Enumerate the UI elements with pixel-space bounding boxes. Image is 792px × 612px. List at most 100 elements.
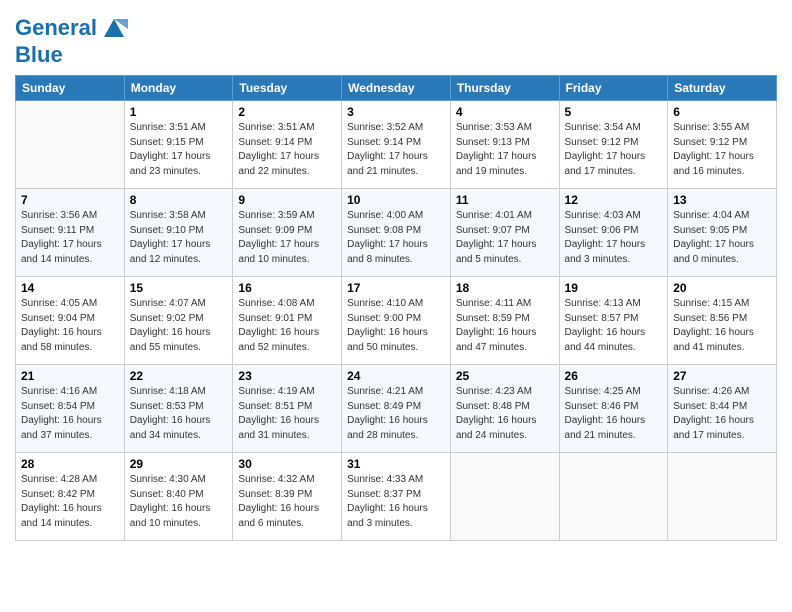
- day-info: Sunrise: 4:07 AMSunset: 9:02 PMDaylight:…: [130, 297, 228, 355]
- weekday-monday: Monday: [124, 76, 233, 101]
- day-info: Sunrise: 3:55 AMSunset: 9:12 PMDaylight:…: [673, 121, 771, 179]
- day-info: Sunrise: 4:10 AMSunset: 9:00 PMDaylight:…: [347, 297, 445, 355]
- day-cell: 16 Sunrise: 4:08 AMSunset: 9:01 PMDayligh…: [233, 277, 342, 365]
- day-info: Sunrise: 4:15 AMSunset: 8:56 PMDaylight:…: [673, 297, 771, 355]
- day-cell: 25 Sunrise: 4:23 AMSunset: 8:48 PMDayligh…: [450, 365, 559, 453]
- day-cell: 6 Sunrise: 3:55 AMSunset: 9:12 PMDaylight…: [668, 101, 777, 189]
- day-cell: 14 Sunrise: 4:05 AMSunset: 9:04 PMDayligh…: [16, 277, 125, 365]
- day-cell: 24 Sunrise: 4:21 AMSunset: 8:49 PMDayligh…: [342, 365, 451, 453]
- week-row-5: 28 Sunrise: 4:28 AMSunset: 8:42 PMDayligh…: [16, 453, 777, 541]
- day-number: 22: [130, 369, 228, 383]
- day-info: Sunrise: 4:00 AMSunset: 9:08 PMDaylight:…: [347, 209, 445, 267]
- day-number: 3: [347, 105, 445, 119]
- day-number: 11: [456, 193, 554, 207]
- day-number: 6: [673, 105, 771, 119]
- day-number: 30: [238, 457, 336, 471]
- day-cell: 31Sunrise: 4:33 AMSunset: 8:37 PMDayligh…: [342, 453, 451, 541]
- day-number: 29: [130, 457, 228, 471]
- day-info: Sunrise: 4:28 AMSunset: 8:42 PMDaylight:…: [21, 473, 119, 531]
- weekday-tuesday: Tuesday: [233, 76, 342, 101]
- day-info: Sunrise: 4:08 AMSunset: 9:01 PMDaylight:…: [238, 297, 336, 355]
- day-cell: 11 Sunrise: 4:01 AMSunset: 9:07 PMDayligh…: [450, 189, 559, 277]
- day-info: Sunrise: 4:01 AMSunset: 9:07 PMDaylight:…: [456, 209, 554, 267]
- day-cell: 7 Sunrise: 3:56 AMSunset: 9:11 PMDaylight…: [16, 189, 125, 277]
- day-number: 15: [130, 281, 228, 295]
- day-info: Sunrise: 4:16 AMSunset: 8:54 PMDaylight:…: [21, 385, 119, 443]
- day-info: Sunrise: 4:11 AMSunset: 8:59 PMDaylight:…: [456, 297, 554, 355]
- day-info: Sunrise: 4:30 AMSunset: 8:40 PMDaylight:…: [130, 473, 228, 531]
- day-cell: 3Sunrise: 3:52 AMSunset: 9:14 PMDaylight…: [342, 101, 451, 189]
- day-number: 7: [21, 193, 119, 207]
- day-cell: 2Sunrise: 3:51 AMSunset: 9:14 PMDaylight…: [233, 101, 342, 189]
- day-number: 13: [673, 193, 771, 207]
- day-number: 24: [347, 369, 445, 383]
- day-info: Sunrise: 4:19 AMSunset: 8:51 PMDaylight:…: [238, 385, 336, 443]
- header: General Blue: [15, 10, 777, 67]
- page: General Blue SundayMondayTuesdayWednesda…: [0, 0, 792, 612]
- calendar-table: SundayMondayTuesdayWednesdayThursdayFrid…: [15, 75, 777, 541]
- weekday-wednesday: Wednesday: [342, 76, 451, 101]
- day-info: Sunrise: 4:33 AMSunset: 8:37 PMDaylight:…: [347, 473, 445, 531]
- day-info: Sunrise: 4:25 AMSunset: 8:46 PMDaylight:…: [565, 385, 663, 443]
- day-cell: 30 Sunrise: 4:32 AMSunset: 8:39 PMDayligh…: [233, 453, 342, 541]
- day-cell: 20 Sunrise: 4:15 AMSunset: 8:56 PMDayligh…: [668, 277, 777, 365]
- day-number: 5: [565, 105, 663, 119]
- day-number: 25: [456, 369, 554, 383]
- day-cell: 26 Sunrise: 4:25 AMSunset: 8:46 PMDayligh…: [559, 365, 668, 453]
- week-row-3: 14 Sunrise: 4:05 AMSunset: 9:04 PMDayligh…: [16, 277, 777, 365]
- day-info: Sunrise: 4:13 AMSunset: 8:57 PMDaylight:…: [565, 297, 663, 355]
- day-cell: 13 Sunrise: 4:04 AMSunset: 9:05 PMDayligh…: [668, 189, 777, 277]
- day-cell: 8 Sunrise: 3:58 AMSunset: 9:10 PMDaylight…: [124, 189, 233, 277]
- day-cell: 9 Sunrise: 3:59 AMSunset: 9:09 PMDaylight…: [233, 189, 342, 277]
- day-number: 2: [238, 105, 336, 119]
- day-number: 14: [21, 281, 119, 295]
- day-number: 23: [238, 369, 336, 383]
- day-number: 16: [238, 281, 336, 295]
- day-number: 9: [238, 193, 336, 207]
- day-info: Sunrise: 4:03 AMSunset: 9:06 PMDaylight:…: [565, 209, 663, 267]
- logo-general: General: [15, 15, 97, 40]
- day-number: 21: [21, 369, 119, 383]
- day-info: Sunrise: 4:18 AMSunset: 8:53 PMDaylight:…: [130, 385, 228, 443]
- day-cell: 29 Sunrise: 4:30 AMSunset: 8:40 PMDayligh…: [124, 453, 233, 541]
- day-cell: [668, 453, 777, 541]
- day-number: 27: [673, 369, 771, 383]
- day-info: Sunrise: 3:59 AMSunset: 9:09 PMDaylight:…: [238, 209, 336, 267]
- weekday-friday: Friday: [559, 76, 668, 101]
- day-cell: 15 Sunrise: 4:07 AMSunset: 9:02 PMDayligh…: [124, 277, 233, 365]
- day-number: 19: [565, 281, 663, 295]
- logo-blue: Blue: [15, 43, 128, 67]
- logo-text: General: [15, 15, 128, 43]
- day-cell: 27 Sunrise: 4:26 AMSunset: 8:44 PMDayligh…: [668, 365, 777, 453]
- day-cell: 18 Sunrise: 4:11 AMSunset: 8:59 PMDayligh…: [450, 277, 559, 365]
- day-info: Sunrise: 4:05 AMSunset: 9:04 PMDaylight:…: [21, 297, 119, 355]
- day-number: 4: [456, 105, 554, 119]
- week-row-2: 7 Sunrise: 3:56 AMSunset: 9:11 PMDaylight…: [16, 189, 777, 277]
- day-info: Sunrise: 3:54 AMSunset: 9:12 PMDaylight:…: [565, 121, 663, 179]
- day-cell: 23 Sunrise: 4:19 AMSunset: 8:51 PMDayligh…: [233, 365, 342, 453]
- day-info: Sunrise: 4:21 AMSunset: 8:49 PMDaylight:…: [347, 385, 445, 443]
- week-row-1: 1Sunrise: 3:51 AMSunset: 9:15 PMDaylight…: [16, 101, 777, 189]
- day-info: Sunrise: 3:51 AMSunset: 9:15 PMDaylight:…: [130, 121, 228, 179]
- day-cell: [450, 453, 559, 541]
- day-cell: 1Sunrise: 3:51 AMSunset: 9:15 PMDaylight…: [124, 101, 233, 189]
- day-number: 26: [565, 369, 663, 383]
- day-cell: [559, 453, 668, 541]
- day-cell: 17Sunrise: 4:10 AMSunset: 9:00 PMDayligh…: [342, 277, 451, 365]
- day-number: 18: [456, 281, 554, 295]
- day-number: 28: [21, 457, 119, 471]
- day-cell: 12Sunrise: 4:03 AMSunset: 9:06 PMDayligh…: [559, 189, 668, 277]
- day-info: Sunrise: 4:32 AMSunset: 8:39 PMDaylight:…: [238, 473, 336, 531]
- week-row-4: 21 Sunrise: 4:16 AMSunset: 8:54 PMDayligh…: [16, 365, 777, 453]
- day-number: 10: [347, 193, 445, 207]
- day-info: Sunrise: 3:56 AMSunset: 9:11 PMDaylight:…: [21, 209, 119, 267]
- day-info: Sunrise: 3:58 AMSunset: 9:10 PMDaylight:…: [130, 209, 228, 267]
- day-info: Sunrise: 4:26 AMSunset: 8:44 PMDaylight:…: [673, 385, 771, 443]
- day-info: Sunrise: 4:23 AMSunset: 8:48 PMDaylight:…: [456, 385, 554, 443]
- day-number: 20: [673, 281, 771, 295]
- day-number: 8: [130, 193, 228, 207]
- day-cell: 4Sunrise: 3:53 AMSunset: 9:13 PMDaylight…: [450, 101, 559, 189]
- day-cell: 21 Sunrise: 4:16 AMSunset: 8:54 PMDayligh…: [16, 365, 125, 453]
- logo: General Blue: [15, 15, 128, 67]
- day-info: Sunrise: 4:04 AMSunset: 9:05 PMDaylight:…: [673, 209, 771, 267]
